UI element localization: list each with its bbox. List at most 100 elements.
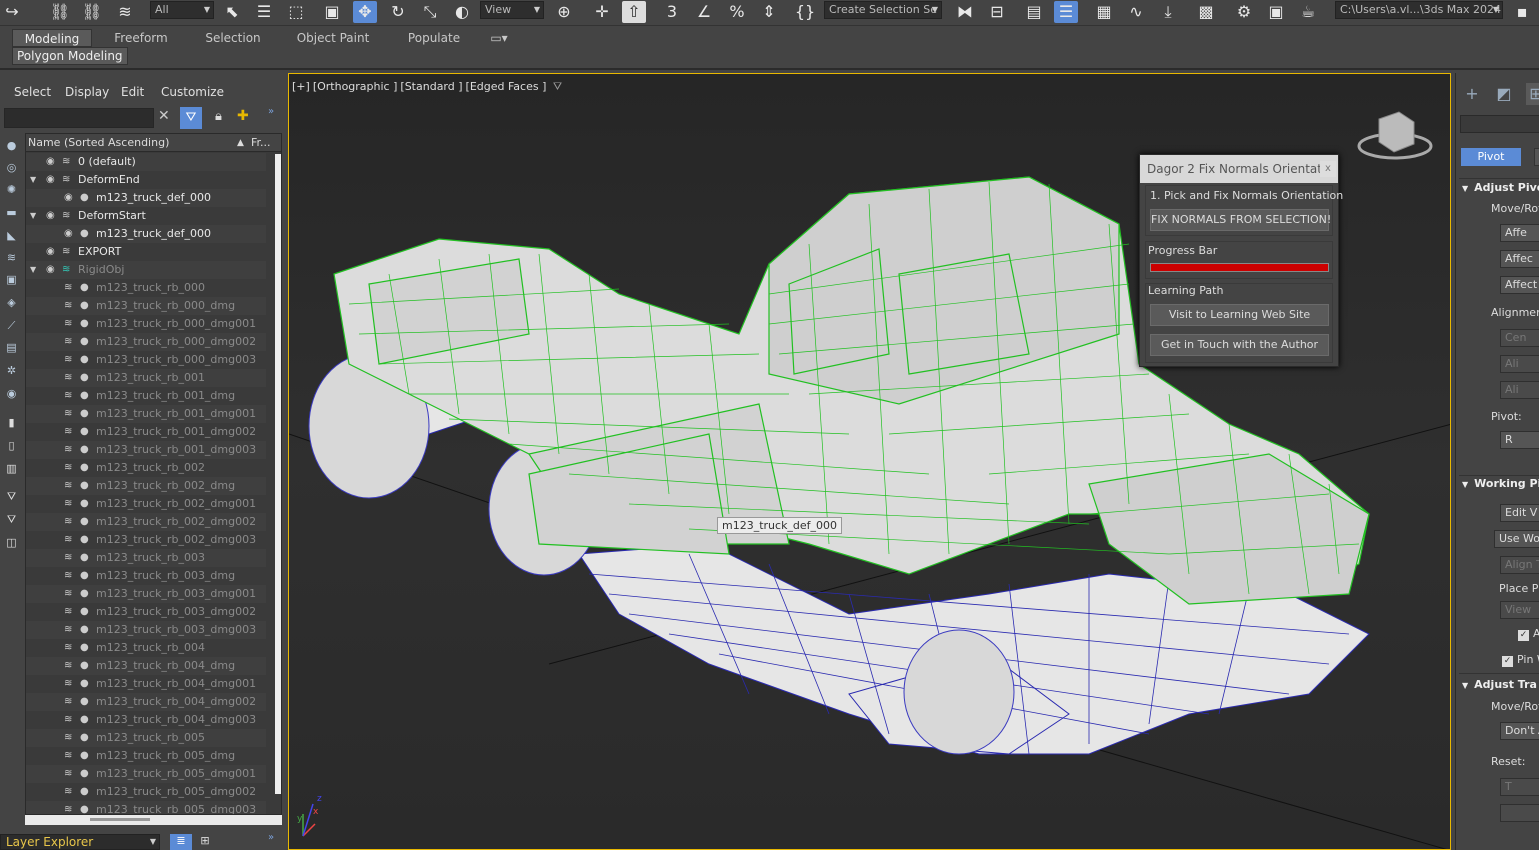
display-helpers-icon[interactable]: ◣: [4, 228, 19, 243]
reset-transform-button[interactable]: T: [1500, 778, 1539, 796]
hidden-layer-icon[interactable]: ≋: [64, 279, 72, 297]
viewport-display-label[interactable]: [Edged Faces ]: [466, 80, 547, 93]
display-shapes-icon[interactable]: ◎: [4, 160, 19, 175]
toggle-ribbon-icon[interactable]: ▦: [1092, 1, 1116, 23]
view-button[interactable]: View: [1500, 601, 1539, 619]
hidden-layer-icon[interactable]: ≋: [64, 747, 72, 765]
tab-freeform[interactable]: Freeform: [103, 29, 179, 47]
hidden-layer-icon[interactable]: ≋: [64, 297, 72, 315]
viewport-pov-label[interactable]: [Orthographic ]: [313, 80, 398, 93]
display-cameras-icon[interactable]: ▬: [4, 205, 19, 220]
sort-by-layer-icon[interactable]: ≣: [170, 834, 192, 850]
mirror-icon[interactable]: ⧓: [953, 1, 977, 23]
hidden-layer-icon[interactable]: ≋: [64, 549, 72, 567]
create-tab-icon[interactable]: +: [1462, 83, 1482, 105]
hidden-layer-icon[interactable]: ≋: [64, 423, 72, 441]
reset-scale-button[interactable]: [1500, 804, 1539, 822]
object-row[interactable]: ≋ ● m123_truck_rb_002_dmg002: [26, 513, 266, 531]
spinner-snap-icon[interactable]: ⇕: [757, 1, 781, 23]
visibility-eye-icon[interactable]: ◉: [46, 153, 55, 171]
select-and-place-icon[interactable]: ◐: [450, 1, 474, 23]
column-name-header[interactable]: Name (Sorted Ascending): [28, 134, 169, 152]
edit-named-selection-icon[interactable]: {}: [793, 1, 817, 23]
hidden-layer-icon[interactable]: ≋: [64, 351, 72, 369]
panel-expand-icon[interactable]: »: [268, 832, 274, 843]
object-row[interactable]: ≋ ● m123_truck_rb_004_dmg: [26, 657, 266, 675]
tab-object-paint[interactable]: Object Paint: [288, 29, 378, 47]
lock-icon[interactable]: 🔒︎: [215, 109, 222, 124]
horizontal-scrollbar[interactable]: [25, 815, 282, 825]
object-row[interactable]: ≋ ● m123_truck_rb_004_dmg002: [26, 693, 266, 711]
expand-arrow-icon[interactable]: ▼: [30, 207, 36, 225]
visibility-eye-icon[interactable]: ◉: [46, 207, 55, 225]
dialog-close-button[interactable]: x: [1320, 161, 1336, 177]
ref-coord-dropdown[interactable]: View ▼: [480, 1, 544, 19]
object-row[interactable]: ≋ ● m123_truck_rb_000: [26, 279, 266, 297]
object-row[interactable]: ≋ ● m123_truck_rb_001_dmg003: [26, 441, 266, 459]
pin-working-pivot-checkbox[interactable]: ✓ Pin W: [1502, 653, 1539, 667]
object-row[interactable]: ≋ ● m123_truck_rb_003_dmg001: [26, 585, 266, 603]
material-editor-icon[interactable]: ▩: [1194, 1, 1218, 23]
horizontal-scrollbar-thumb[interactable]: [90, 818, 150, 821]
center-to-object-button[interactable]: Cen: [1500, 329, 1539, 347]
use-working-pivot-button[interactable]: Use Wor: [1494, 530, 1539, 548]
hidden-layer-icon[interactable]: ≋: [64, 585, 72, 603]
select-and-rotate-icon[interactable]: ↻: [386, 1, 410, 23]
layer-row[interactable]: ▼ ◉ ≋ DeformEnd: [26, 171, 266, 189]
adjust-pivot-rollout[interactable]: ▼ Adjust Pivo: [1462, 181, 1539, 194]
hidden-layer-icon[interactable]: ≋: [64, 801, 72, 814]
curve-editor-icon[interactable]: ∿: [1124, 1, 1148, 23]
object-name-field[interactable]: [1460, 115, 1539, 133]
display-all-icon[interactable]: ▮: [4, 415, 19, 430]
object-row[interactable]: ≋ ● m123_truck_rb_001_dmg: [26, 387, 266, 405]
object-row[interactable]: ◉ ● m123_truck_def_000: [26, 189, 266, 207]
display-invert-icon[interactable]: ▥: [4, 461, 19, 476]
hidden-layer-icon[interactable]: ≋: [64, 621, 72, 639]
working-pivot-rollout[interactable]: ▼ Working Pi: [1462, 477, 1539, 490]
display-groups-icon[interactable]: ▣: [4, 272, 19, 287]
select-and-scale-icon[interactable]: ⤡: [418, 1, 442, 23]
select-children-icon[interactable]: ⛛: [4, 512, 19, 527]
object-row[interactable]: ≋ ● m123_truck_rb_004: [26, 639, 266, 657]
object-row[interactable]: ≋ ● m123_truck_rb_003_dmg002: [26, 603, 266, 621]
display-geometry-icon[interactable]: ●: [4, 138, 19, 153]
tab-selection[interactable]: Selection: [195, 29, 271, 47]
filter-icon[interactable]: ⛛: [180, 107, 202, 129]
panel-collapse-icon[interactable]: »: [268, 106, 274, 117]
object-row[interactable]: ≋ ● m123_truck_rb_001: [26, 369, 266, 387]
object-row[interactable]: ≋ ● m123_truck_rb_002: [26, 459, 266, 477]
align-to-world-button[interactable]: Ali: [1500, 381, 1539, 399]
percent-snap-icon[interactable]: %: [725, 1, 749, 23]
align-to-object-button[interactable]: Ali: [1500, 355, 1539, 373]
window-crossing-icon[interactable]: ▣: [320, 1, 344, 23]
auto-checkbox[interactable]: ✓A: [1518, 627, 1539, 641]
object-row[interactable]: ≋ ● m123_truck_rb_003_dmg003: [26, 621, 266, 639]
align-to-view-button[interactable]: Align To: [1500, 556, 1539, 574]
sort-by-hierarchy-icon[interactable]: ⊞: [196, 834, 214, 850]
layer-row[interactable]: ▼ ◉ ≋ RigidObj: [26, 261, 266, 279]
object-row[interactable]: ≋ ● m123_truck_rb_002_dmg: [26, 477, 266, 495]
fix-normals-button[interactable]: FIX NORMALS FROM SELECTION!: [1150, 209, 1331, 231]
object-row[interactable]: ≋ ● m123_truck_rb_000_dmg001: [26, 315, 266, 333]
learning-site-button[interactable]: Visit to Learning Web Site: [1150, 304, 1329, 326]
hidden-layer-icon[interactable]: ≋: [64, 369, 72, 387]
pivot-center-icon[interactable]: ⊕: [552, 1, 576, 23]
object-row[interactable]: ≋ ● m123_truck_rb_005: [26, 729, 266, 747]
tab-modeling[interactable]: Modeling: [12, 29, 92, 47]
hidden-layer-icon[interactable]: ≋: [64, 315, 72, 333]
viewport-menu-label[interactable]: [+]: [292, 80, 310, 93]
contact-author-button[interactable]: Get in Touch with the Author: [1150, 334, 1329, 356]
active-layer-icon[interactable]: ◫: [4, 535, 19, 550]
object-row[interactable]: ≋ ● m123_truck_rb_001_dmg002: [26, 423, 266, 441]
visibility-eye-icon[interactable]: ◉: [46, 243, 55, 261]
object-row[interactable]: ◉ ● m123_truck_def_000: [26, 225, 266, 243]
object-row[interactable]: ≋ ● m123_truck_rb_000_dmg003: [26, 351, 266, 369]
hidden-layer-icon[interactable]: ≋: [64, 639, 72, 657]
clear-search-icon[interactable]: ✕: [158, 108, 170, 124]
viewport-shading-label[interactable]: [Standard ]: [400, 80, 462, 93]
visibility-eye-icon[interactable]: ◉: [46, 171, 55, 189]
selection-filter-dropdown[interactable]: All ▼: [150, 1, 214, 19]
hidden-layer-icon[interactable]: ≋: [64, 603, 72, 621]
select-and-move-icon[interactable]: ✥: [353, 1, 377, 23]
visibility-eye-icon[interactable]: ◉: [46, 261, 55, 279]
